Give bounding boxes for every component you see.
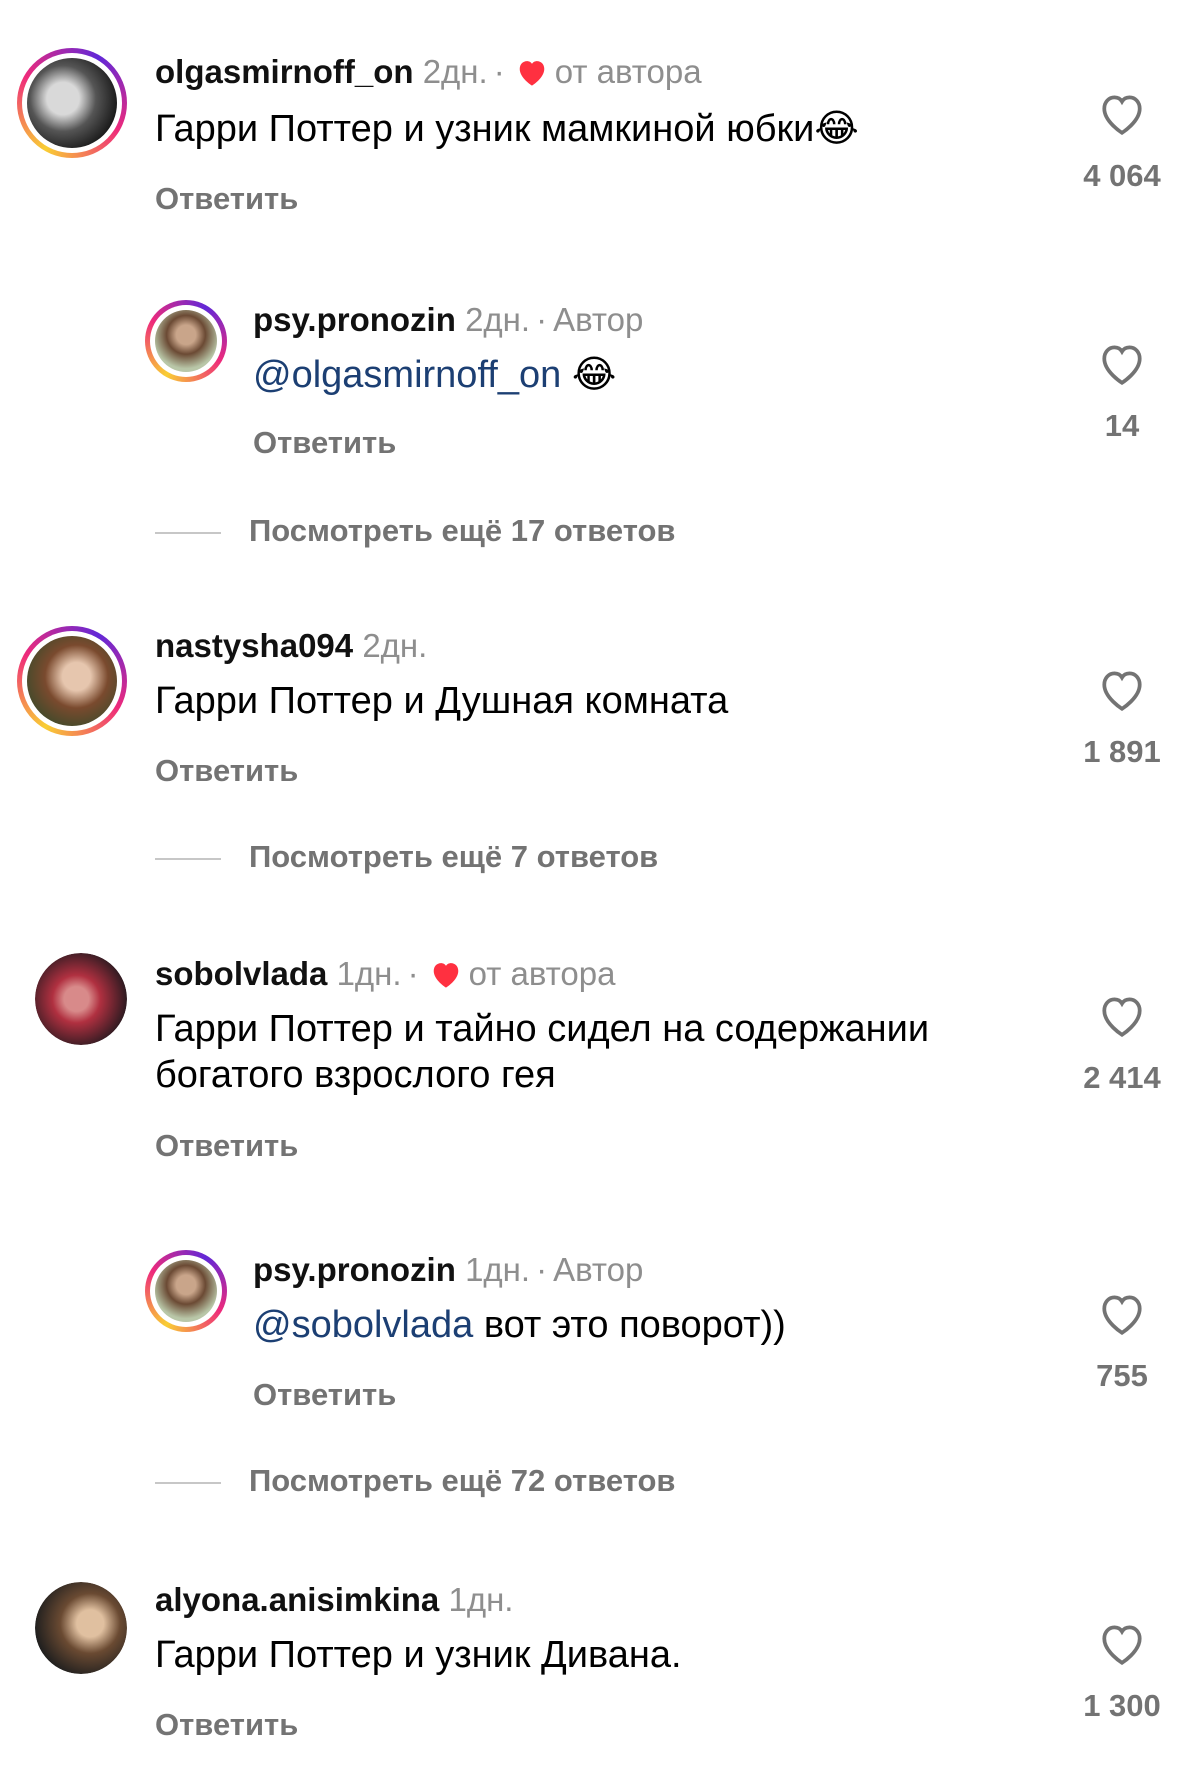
comment-text: @olgasmirnoff_on 😂 — [253, 352, 1123, 398]
divider-line — [155, 531, 221, 534]
separator-dot: · — [536, 301, 548, 338]
comment-meta: alyona.anisimkina 1дн. — [155, 1580, 513, 1620]
heart-outline-icon[interactable] — [1097, 666, 1147, 712]
like-group: 4 064 — [1052, 90, 1192, 194]
like-count: 14 — [1104, 408, 1140, 443]
view-more-label: Посмотреть ещё 72 ответов — [249, 1463, 676, 1498]
avatar[interactable] — [35, 1582, 127, 1674]
view-more-replies-button[interactable]: Посмотреть ещё 72 ответов — [155, 1462, 675, 1500]
reply-button[interactable]: Ответить — [155, 1127, 298, 1165]
like-count: 2 414 — [1083, 1060, 1161, 1095]
heart-outline-icon[interactable] — [1097, 340, 1147, 386]
liked-by-author-badge: от автора — [554, 53, 702, 90]
mention-link[interactable]: @olgasmirnoff_on — [253, 354, 561, 396]
reply-button[interactable]: Ответить — [155, 180, 298, 218]
like-count: 755 — [1096, 1358, 1148, 1393]
comment-text: Гарри Поттер и узник мамкиной юбки😂 — [155, 106, 1025, 152]
like-count: 1 300 — [1083, 1688, 1161, 1723]
laughing-emoji: 😂 — [571, 354, 617, 396]
username[interactable]: psy.pronozin — [253, 301, 456, 338]
avatar[interactable] — [145, 1250, 227, 1332]
timestamp: 2дн. — [465, 301, 531, 338]
reply-button[interactable]: Ответить — [253, 1376, 396, 1414]
like-group: 1 891 — [1052, 666, 1192, 770]
comment-text: Гарри Поттер и узник Дивана. — [155, 1634, 682, 1676]
username[interactable]: alyona.anisimkina — [155, 1581, 439, 1618]
heart-outline-icon[interactable] — [1097, 1620, 1147, 1666]
like-group: 755 — [1052, 1290, 1192, 1394]
separator-dot: · — [493, 53, 505, 90]
like-group: 2 414 — [1052, 992, 1192, 1096]
view-more-label: Посмотреть ещё 7 ответов — [249, 839, 659, 874]
reply-button[interactable]: Ответить — [253, 424, 396, 462]
timestamp: 1дн. — [465, 1251, 531, 1288]
like-count: 4 064 — [1083, 158, 1161, 193]
timestamp: 2дн. — [422, 53, 488, 90]
separator-dot: · — [536, 1251, 548, 1288]
heart-outline-icon[interactable] — [1097, 1290, 1147, 1336]
avatar[interactable] — [145, 300, 227, 382]
timestamp: 2дн. — [362, 627, 428, 664]
username[interactable]: sobolvlada — [155, 955, 327, 992]
author-liked-heart-icon — [519, 61, 544, 86]
comment-meta: sobolvlada 1дн. · от автора — [155, 954, 615, 994]
heart-outline-icon[interactable] — [1097, 992, 1147, 1038]
comment-text-content: Гарри Поттер и узник мамкиной юбки — [155, 108, 815, 150]
reply-button[interactable]: Ответить — [155, 1706, 298, 1744]
view-more-replies-button[interactable]: Посмотреть ещё 17 ответов — [155, 512, 675, 550]
username[interactable]: olgasmirnoff_on — [155, 53, 414, 90]
username[interactable]: nastysha094 — [155, 627, 353, 664]
laughing-emoji: 😂 — [814, 108, 859, 150]
author-liked-heart-icon — [433, 963, 458, 988]
like-group: 14 — [1052, 340, 1192, 444]
author-badge: Автор — [553, 1251, 644, 1288]
like-count: 1 891 — [1083, 734, 1161, 769]
heart-outline-icon[interactable] — [1097, 90, 1147, 136]
comment-text-content: вот это поворот)) — [473, 1304, 786, 1346]
view-more-replies-button[interactable]: Посмотреть ещё 7 ответов — [155, 838, 658, 876]
mention-link[interactable]: @sobolvlada — [253, 1304, 473, 1346]
timestamp: 1дн. — [448, 1581, 514, 1618]
comment-text: @sobolvlada вот это поворот)) — [253, 1302, 1123, 1348]
username[interactable]: psy.pronozin — [253, 1251, 456, 1288]
divider-line — [155, 857, 221, 860]
avatar[interactable] — [17, 48, 127, 158]
comment-text: Гарри Поттер и Душная комната — [155, 680, 729, 722]
view-more-label: Посмотреть ещё 17 ответов — [249, 513, 676, 548]
divider-line — [155, 1481, 221, 1484]
comment-meta: olgasmirnoff_on 2дн. · от автора — [155, 52, 702, 92]
comment-meta: psy.pronozin 1дн. · Автор — [253, 1250, 643, 1290]
comment-meta: psy.pronozin 2дн. · Автор — [253, 300, 643, 340]
separator-dot: · — [407, 955, 419, 992]
avatar[interactable] — [17, 626, 127, 736]
reply-button[interactable]: Ответить — [155, 752, 298, 790]
comment-meta: nastysha094 2дн. — [155, 626, 427, 666]
author-badge: Автор — [553, 301, 644, 338]
liked-by-author-badge: от автора — [468, 955, 616, 992]
timestamp: 1дн. — [336, 955, 402, 992]
avatar[interactable] — [35, 953, 127, 1045]
comment-text: Гарри Поттер и тайно сидел на содержании… — [155, 1008, 930, 1096]
like-group: 1 300 — [1052, 1620, 1192, 1724]
